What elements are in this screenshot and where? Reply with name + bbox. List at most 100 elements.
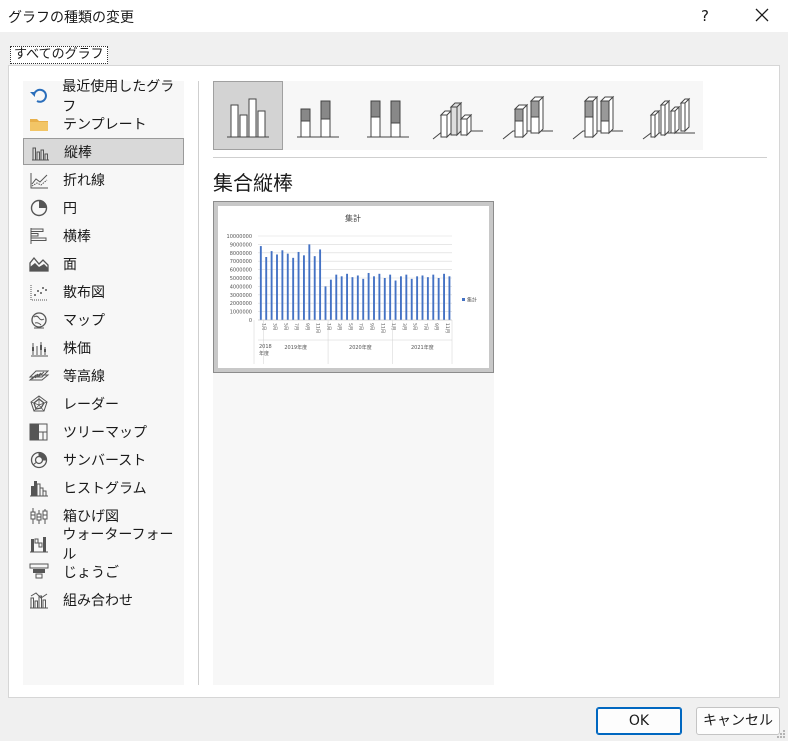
- ok-button[interactable]: OK: [596, 707, 682, 735]
- x-tick-label: 11月: [315, 323, 321, 333]
- sidebar-item-label: 箱ひげ図: [63, 508, 119, 525]
- sidebar-item-label: 折れ線: [63, 172, 105, 189]
- folder-icon: [27, 114, 51, 134]
- sidebar-item-label: ツリーマップ: [63, 424, 147, 441]
- subtype-3d-100-stacked-column[interactable]: [563, 81, 633, 150]
- group-label: 2019年度: [284, 344, 307, 351]
- sidebar-item-label: 等高線: [63, 368, 105, 385]
- tab-all-charts[interactable]: すべてのグラフ: [10, 46, 108, 64]
- bar: [319, 249, 322, 320]
- stacked-column-icon: [297, 100, 339, 137]
- bar: [432, 274, 435, 320]
- sidebar-item-stock-chart[interactable]: 株価: [23, 334, 184, 361]
- bar: [383, 278, 386, 320]
- subtype-100-stacked-column[interactable]: [353, 81, 423, 150]
- group-label: 2020年度: [349, 344, 372, 351]
- x-tick-label: 3月: [401, 323, 407, 330]
- sidebar-item-pie-chart[interactable]: 円: [23, 194, 184, 221]
- y-tick-label: 9000000: [230, 242, 252, 248]
- sidebar-item-recent[interactable]: 最近使用したグラフ: [23, 79, 184, 115]
- x-tick-label: 5月: [412, 323, 418, 330]
- legend-label: 集計: [467, 297, 477, 304]
- sidebar-item-histogram[interactable]: ヒストグラム: [23, 474, 184, 501]
- help-button[interactable]: ?: [692, 3, 718, 29]
- title-bar: グラフの種類の変更 ?: [0, 0, 788, 32]
- bar: [286, 253, 289, 320]
- sidebar-item-sunburst[interactable]: サンバースト: [23, 446, 184, 473]
- sidebar-item-combo-chart[interactable]: 組み合わせ: [23, 586, 184, 613]
- y-tick-label: 8000000: [230, 251, 252, 257]
- x-tick-label: 3月: [271, 323, 277, 330]
- sidebar-item-bar-chart[interactable]: 横棒: [23, 222, 184, 249]
- map-icon: [27, 310, 51, 330]
- y-tick-label: 3000000: [230, 293, 252, 299]
- bar: [378, 273, 381, 320]
- bar: [297, 251, 300, 320]
- sidebar-item-label: 円: [63, 200, 77, 217]
- sidebar-item-label: レーダー: [63, 396, 119, 413]
- x-tick-label: 9月: [304, 323, 310, 330]
- bar: [437, 278, 440, 320]
- close-button[interactable]: [748, 3, 776, 29]
- sidebar-item-surface-chart[interactable]: 等高線: [23, 362, 184, 389]
- subtype-3d-clustered-column[interactable]: [423, 81, 493, 150]
- sidebar-item-label: 組み合わせ: [63, 592, 133, 609]
- box-whisker-icon: [27, 506, 51, 526]
- radar-chart-icon: [27, 394, 51, 414]
- window-title: グラフの種類の変更: [8, 10, 134, 26]
- y-tick-label: 6000000: [230, 268, 252, 274]
- sidebar-item-radar-chart[interactable]: レーダー: [23, 390, 184, 417]
- area-chart-icon: [27, 254, 51, 274]
- x-tick-label: 1月: [390, 323, 396, 330]
- bar: [308, 244, 311, 320]
- waterfall-icon: [27, 534, 50, 554]
- x-tick-label: 5月: [282, 323, 288, 330]
- y-tick-label: 2000000: [230, 301, 252, 307]
- bar: [399, 276, 402, 320]
- subtype-3d-column[interactable]: [633, 81, 703, 150]
- sidebar-item-treemap[interactable]: ツリーマップ: [23, 418, 184, 445]
- sidebar-item-funnel[interactable]: じょうご: [23, 558, 184, 585]
- chart-subtype-gallery: [213, 81, 703, 150]
- y-tick-label: 10000000: [227, 234, 252, 240]
- x-tick-label: 11月: [379, 323, 385, 333]
- subtype-3d-stacked-column[interactable]: [493, 81, 563, 150]
- resize-grip-icon[interactable]: [776, 729, 786, 739]
- bar: [373, 276, 375, 320]
- bar: [405, 274, 408, 320]
- y-tick-label: 7000000: [230, 259, 252, 265]
- preview-chart: 集計10000000900000080000007000000600000050…: [227, 213, 477, 364]
- sidebar-item-map[interactable]: マップ: [23, 306, 184, 333]
- sidebar-item-scatter-chart[interactable]: 散布図: [23, 278, 184, 305]
- subtype-stacked-column[interactable]: [283, 81, 353, 150]
- bar: [443, 273, 445, 320]
- bar: [448, 276, 451, 320]
- sidebar-item-folder[interactable]: テンプレート: [23, 110, 184, 137]
- bar: [346, 273, 348, 320]
- sunburst-icon: [27, 450, 51, 470]
- bar: [410, 278, 413, 320]
- chart-type-panel: 最近使用したグラフ テンプレート縦棒折れ線円横棒面散布図マップ株価等高線レーダーツ…: [8, 65, 780, 698]
- combo-chart-icon: [27, 590, 51, 610]
- subtype-title: 集合縦棒: [213, 171, 293, 195]
- sidebar-item-area-chart[interactable]: 面: [23, 250, 184, 277]
- scatter-chart-icon: [27, 282, 51, 302]
- 3d-clustered-column-icon: [432, 101, 483, 139]
- funnel-icon: [27, 562, 51, 582]
- bar: [270, 251, 273, 320]
- cancel-button[interactable]: キャンセル: [696, 707, 780, 735]
- bar: [389, 274, 392, 320]
- y-tick-label: 1000000: [230, 310, 252, 316]
- sidebar-item-waterfall[interactable]: ウォーターフォール: [23, 527, 184, 563]
- bar: [281, 250, 284, 320]
- y-tick-label: 4000000: [230, 284, 252, 290]
- sidebar-item-column-chart[interactable]: 縦棒: [23, 138, 184, 165]
- sidebar-item-label: テンプレート: [63, 116, 147, 133]
- subtype-clustered-column[interactable]: [213, 81, 283, 150]
- y-tick-label: 0: [249, 318, 252, 324]
- sidebar-item-line-chart[interactable]: 折れ線: [23, 166, 184, 193]
- sidebar-item-label: マップ: [63, 312, 105, 329]
- chart-preview[interactable]: 集計 10000000 9000000 8000000 7000000 6000000 50…: [213, 201, 494, 373]
- sidebar-item-label: ヒストグラム: [63, 480, 147, 497]
- surface-chart-icon: [27, 366, 51, 386]
